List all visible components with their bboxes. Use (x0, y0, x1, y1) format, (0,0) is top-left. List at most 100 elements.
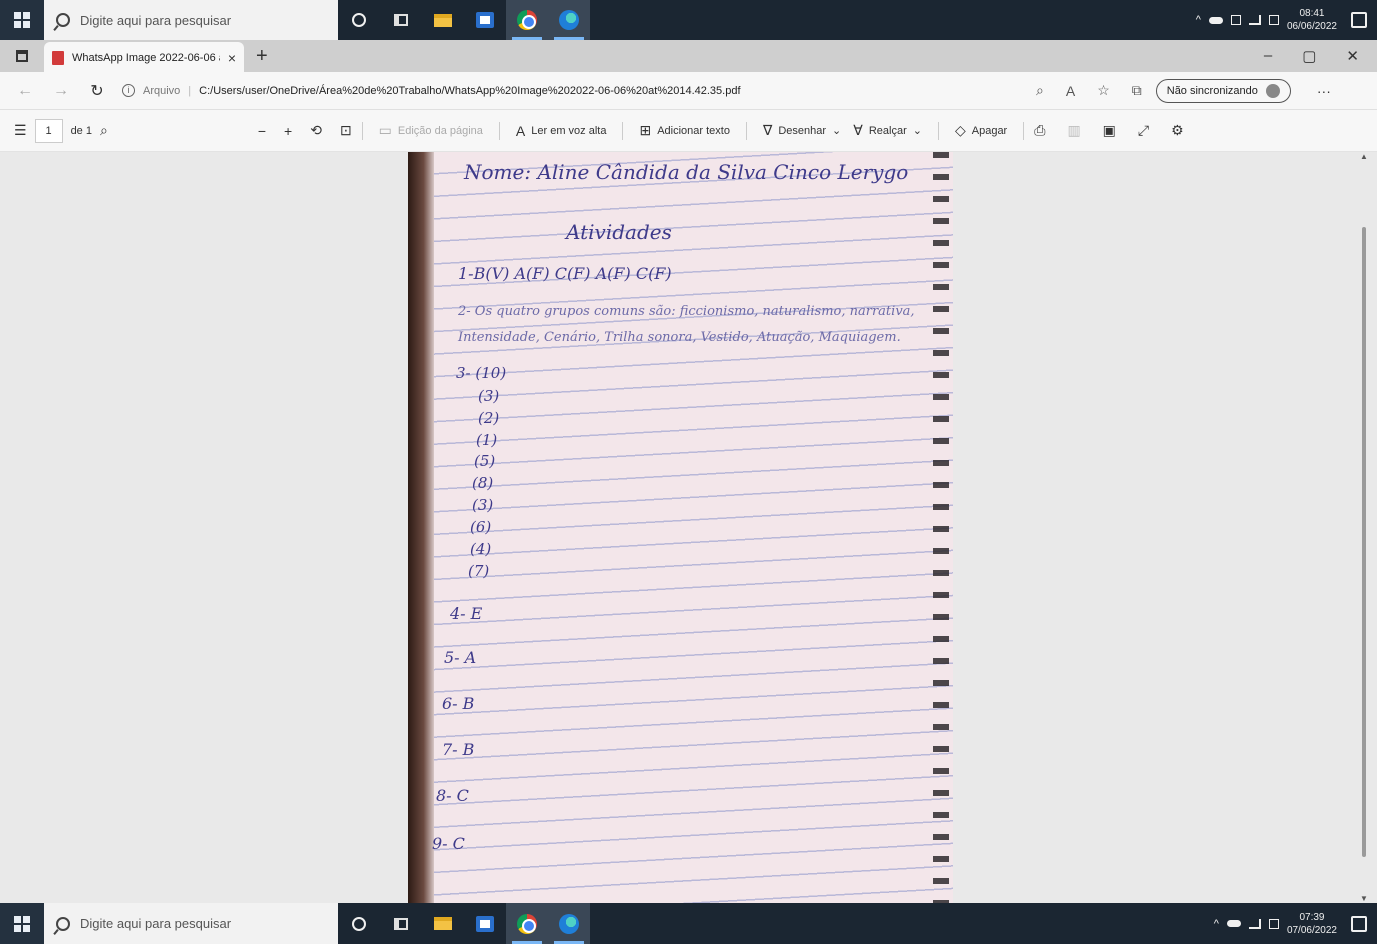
address-field[interactable]: i Arquivo | C:/Users/user/OneDrive/Área%… (122, 84, 1022, 97)
scroll-up-arrow-icon[interactable]: ▲ (1359, 152, 1369, 161)
zoom-out-icon[interactable]: − (258, 123, 266, 139)
notification-icon[interactable] (1351, 12, 1367, 28)
network-icon[interactable] (1248, 15, 1261, 25)
notebook-edge (408, 152, 434, 903)
volume-icon[interactable] (1268, 918, 1279, 929)
table-of-contents-icon[interactable]: ☰ (14, 122, 27, 139)
tray-expand-icon[interactable]: ^ (1196, 14, 1201, 26)
handwriting-line: 8- C (436, 786, 469, 805)
task-view-button[interactable] (380, 903, 422, 944)
browser-tab[interactable]: WhatsApp Image 2022-06-06 at × (44, 42, 244, 74)
clock[interactable]: 07:39 07/06/2022 (1287, 911, 1337, 937)
fullscreen-icon[interactable]: ⤢ (1138, 122, 1149, 139)
file-explorer-button[interactable] (422, 903, 464, 944)
print-icon[interactable]: ⎙ (1034, 122, 1045, 139)
tab-close-button[interactable]: × (228, 50, 236, 66)
pdf-viewport[interactable]: Nome: Aline Cândida da Silva Cinco Leryg… (0, 152, 1377, 903)
handwriting-line: 3- (10) (456, 364, 507, 382)
more-menu-button[interactable]: ··· (1317, 83, 1331, 99)
profile-sync-button[interactable]: Não sincronizando (1155, 78, 1291, 103)
taskbar-top: Digite aqui para pesquisar ^ 08:41 06/06… (0, 0, 1377, 40)
handwriting-line: (4) (470, 540, 492, 558)
vertical-scrollbar[interactable]: ▲ ▼ (1359, 152, 1369, 903)
notebook-spiral (933, 152, 949, 903)
store-button[interactable] (464, 903, 506, 944)
settings-gear-icon[interactable]: ⚙ (1171, 122, 1184, 139)
page-view-icon[interactable]: ▥ (1067, 122, 1080, 139)
fit-page-icon[interactable]: ⊡ (340, 122, 352, 139)
toolbar-divider (1023, 121, 1025, 140)
reload-button[interactable]: ↻ (86, 81, 108, 101)
page-number-input[interactable]: 1 (34, 118, 63, 143)
draw-dropdown-icon[interactable]: ⌄ (832, 124, 841, 137)
close-window-button[interactable]: ✕ (1346, 47, 1359, 65)
eraser-icon: ◇ (954, 122, 966, 138)
toolbar-divider (498, 121, 500, 140)
start-button[interactable] (0, 0, 44, 40)
notification-icon[interactable] (1351, 915, 1367, 932)
clock-time: 08:41 (1299, 8, 1325, 19)
find-icon[interactable]: ⌕ (100, 122, 108, 139)
page-edit-button[interactable]: ▭ Edição da página (373, 122, 489, 139)
collections-icon[interactable]: ⧉ (1132, 82, 1142, 99)
system-tray: ^ 08:41 06/06/2022 (1196, 0, 1377, 40)
tray-app-icon[interactable] (1230, 15, 1241, 25)
zoom-icon[interactable]: ⌕ (1036, 82, 1044, 99)
clock-date: 06/06/2022 (1286, 21, 1337, 32)
tray-expand-icon[interactable]: ^ (1214, 918, 1219, 930)
add-text-button[interactable]: ⊞ Adicionar texto (633, 122, 736, 139)
tab-actions-button[interactable] (0, 50, 44, 62)
onedrive-icon[interactable] (1226, 920, 1241, 927)
task-view-button[interactable] (380, 0, 422, 40)
rotate-icon[interactable]: ⟲ (310, 122, 322, 139)
favorites-icon[interactable]: ☆ (1097, 82, 1110, 99)
file-explorer-button[interactable] (422, 0, 464, 40)
draw-button[interactable]: ∇ Desenhar ⌄ (757, 122, 847, 139)
new-tab-button[interactable]: + (256, 45, 268, 68)
scroll-down-arrow-icon[interactable]: ▼ (1359, 894, 1369, 903)
edge-button[interactable] (548, 903, 590, 944)
forward-button[interactable]: → (50, 82, 72, 100)
windows-icon (14, 915, 30, 932)
handwriting-line: 7- B (442, 740, 475, 759)
read-mode-icon[interactable]: A (1066, 83, 1075, 99)
add-text-label: Adicionar texto (657, 124, 730, 137)
onedrive-icon[interactable] (1208, 16, 1223, 24)
cortana-button[interactable] (338, 0, 380, 40)
clock[interactable]: 08:41 06/06/2022 (1287, 7, 1337, 33)
toolbar-divider (937, 121, 939, 140)
chrome-button[interactable] (506, 903, 548, 944)
windows-icon (14, 12, 30, 28)
scrollbar-thumb[interactable] (1362, 227, 1366, 857)
handwriting-line: (7) (468, 562, 490, 580)
info-icon[interactable]: i (122, 84, 135, 97)
highlight-button[interactable]: ∀ Realçar ⌄ (847, 122, 928, 139)
search-icon (56, 13, 70, 27)
handwriting-line: 1-B(V) A(F) C(F) A(F) C(F) (458, 264, 672, 283)
volume-icon[interactable] (1268, 15, 1279, 25)
maximize-button[interactable]: ▢ (1302, 47, 1316, 65)
edge-button[interactable] (548, 0, 590, 40)
tab-actions-icon (16, 50, 28, 62)
taskbar-search-box[interactable]: Digite aqui para pesquisar (44, 0, 338, 40)
read-aloud-label: Ler em voz alta (531, 124, 607, 137)
zoom-in-icon[interactable]: + (284, 123, 292, 139)
minimize-button[interactable]: – (1264, 47, 1272, 65)
handwriting-line: Intensidade, Cenário, Trilha sonora, Ves… (458, 330, 901, 345)
highlight-dropdown-icon[interactable]: ⌄ (913, 124, 922, 137)
back-button[interactable]: ← (14, 82, 36, 100)
search-icon (56, 916, 70, 931)
network-icon[interactable] (1248, 918, 1261, 929)
system-tray: ^ 07:39 07/06/2022 (1214, 903, 1377, 944)
taskbar-search-box[interactable]: Digite aqui para pesquisar (44, 903, 338, 944)
read-aloud-button[interactable]: A Ler em voz alta (510, 123, 613, 139)
start-button[interactable] (0, 903, 44, 944)
toolbar-divider (745, 121, 747, 140)
store-button[interactable] (464, 0, 506, 40)
cortana-button[interactable] (338, 903, 380, 944)
handwriting-line: 9- C (432, 834, 465, 853)
erase-button[interactable]: ◇ Apagar (949, 122, 1013, 139)
save-icon[interactable]: ▣ (1103, 122, 1116, 139)
chrome-button[interactable] (506, 0, 548, 40)
address-separator: | (188, 84, 192, 97)
